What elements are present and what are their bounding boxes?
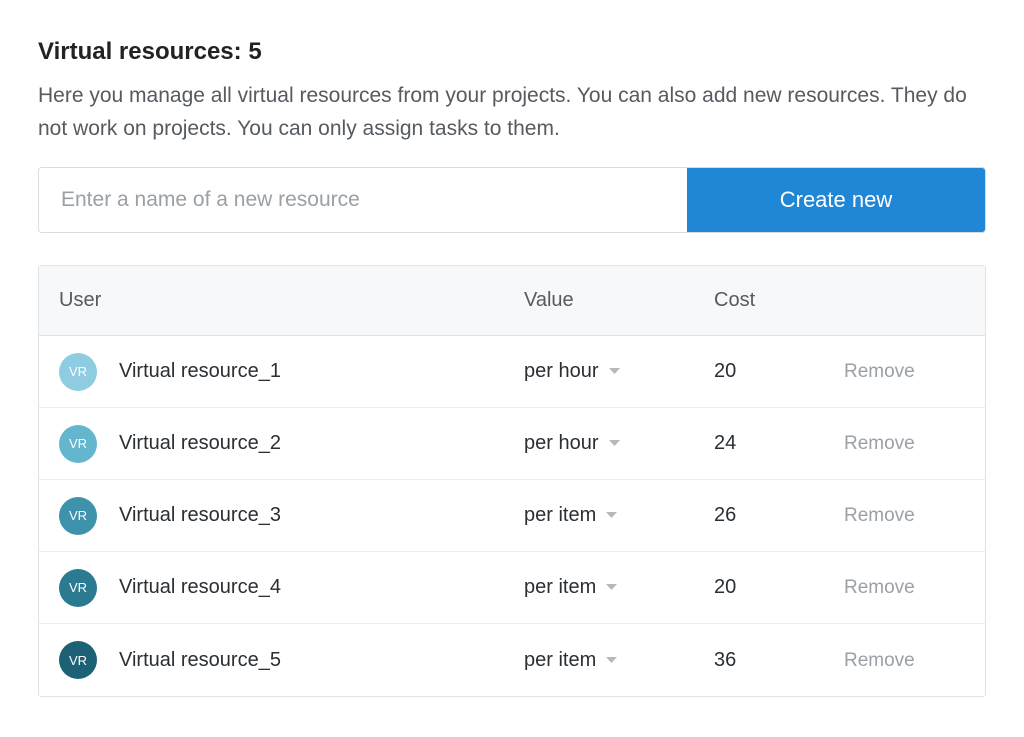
page-description: Here you manage all virtual resources fr…	[38, 80, 978, 145]
avatar: VR	[59, 569, 97, 607]
avatar: VR	[59, 641, 97, 679]
resource-name: Virtual resource_3	[119, 504, 281, 527]
column-header-value: Value	[524, 289, 714, 312]
resource-name: Virtual resource_4	[119, 576, 281, 599]
value-dropdown[interactable]: per item	[524, 649, 714, 672]
value-label: per hour	[524, 360, 599, 383]
resource-name: Virtual resource_5	[119, 649, 281, 672]
action-cell: Remove	[844, 504, 965, 527]
remove-button[interactable]: Remove	[844, 361, 915, 383]
table-row: VR Virtual resource_3 per item 26Remove	[39, 480, 985, 552]
cost-cell: 20	[714, 360, 844, 383]
avatar: VR	[59, 497, 97, 535]
value-label: per hour	[524, 432, 599, 455]
avatar: VR	[59, 353, 97, 391]
chevron-down-icon	[606, 584, 617, 591]
action-cell: Remove	[844, 432, 965, 455]
cost-cell: 26	[714, 504, 844, 527]
resource-name: Virtual resource_2	[119, 432, 281, 455]
resource-name: Virtual resource_1	[119, 360, 281, 383]
value-dropdown[interactable]: per item	[524, 504, 714, 527]
value-dropdown[interactable]: per item	[524, 576, 714, 599]
table-header: User Value Cost	[39, 266, 985, 336]
remove-button[interactable]: Remove	[844, 433, 915, 455]
avatar: VR	[59, 425, 97, 463]
table-row: VR Virtual resource_2 per hour 24Remove	[39, 408, 985, 480]
title-prefix: Virtual resources:	[38, 38, 248, 65]
value-label: per item	[524, 504, 596, 527]
user-cell: VR Virtual resource_4	[59, 569, 524, 607]
table-row: VR Virtual resource_1 per hour 20Remove	[39, 336, 985, 408]
cost-cell: 24	[714, 432, 844, 455]
user-cell: VR Virtual resource_2	[59, 425, 524, 463]
value-dropdown[interactable]: per hour	[524, 360, 714, 383]
action-cell: Remove	[844, 576, 965, 599]
create-resource-row: Create new	[38, 167, 986, 233]
value-dropdown[interactable]: per hour	[524, 432, 714, 455]
value-label: per item	[524, 649, 596, 672]
chevron-down-icon	[609, 368, 620, 375]
user-cell: VR Virtual resource_3	[59, 497, 524, 535]
new-resource-name-input[interactable]	[39, 168, 687, 232]
column-header-user: User	[59, 289, 524, 312]
column-header-cost: Cost	[714, 289, 844, 312]
remove-button[interactable]: Remove	[844, 505, 915, 527]
page-title: Virtual resources: 5	[38, 38, 986, 66]
value-label: per item	[524, 576, 596, 599]
resources-table: User Value Cost VRVirtual resource_1per …	[38, 265, 986, 697]
chevron-down-icon	[606, 657, 617, 664]
action-cell: Remove	[844, 360, 965, 383]
action-cell: Remove	[844, 649, 965, 672]
chevron-down-icon	[609, 440, 620, 447]
table-row: VR Virtual resource_5 per item 36Remove	[39, 624, 985, 696]
cost-cell: 36	[714, 649, 844, 672]
remove-button[interactable]: Remove	[844, 650, 915, 672]
create-new-button[interactable]: Create new	[687, 168, 985, 232]
chevron-down-icon	[606, 512, 617, 519]
user-cell: VR Virtual resource_5	[59, 641, 524, 679]
user-cell: VR Virtual resource_1	[59, 353, 524, 391]
remove-button[interactable]: Remove	[844, 577, 915, 599]
cost-cell: 20	[714, 576, 844, 599]
table-row: VR Virtual resource_4 per item 20Remove	[39, 552, 985, 624]
resource-count: 5	[248, 38, 261, 65]
